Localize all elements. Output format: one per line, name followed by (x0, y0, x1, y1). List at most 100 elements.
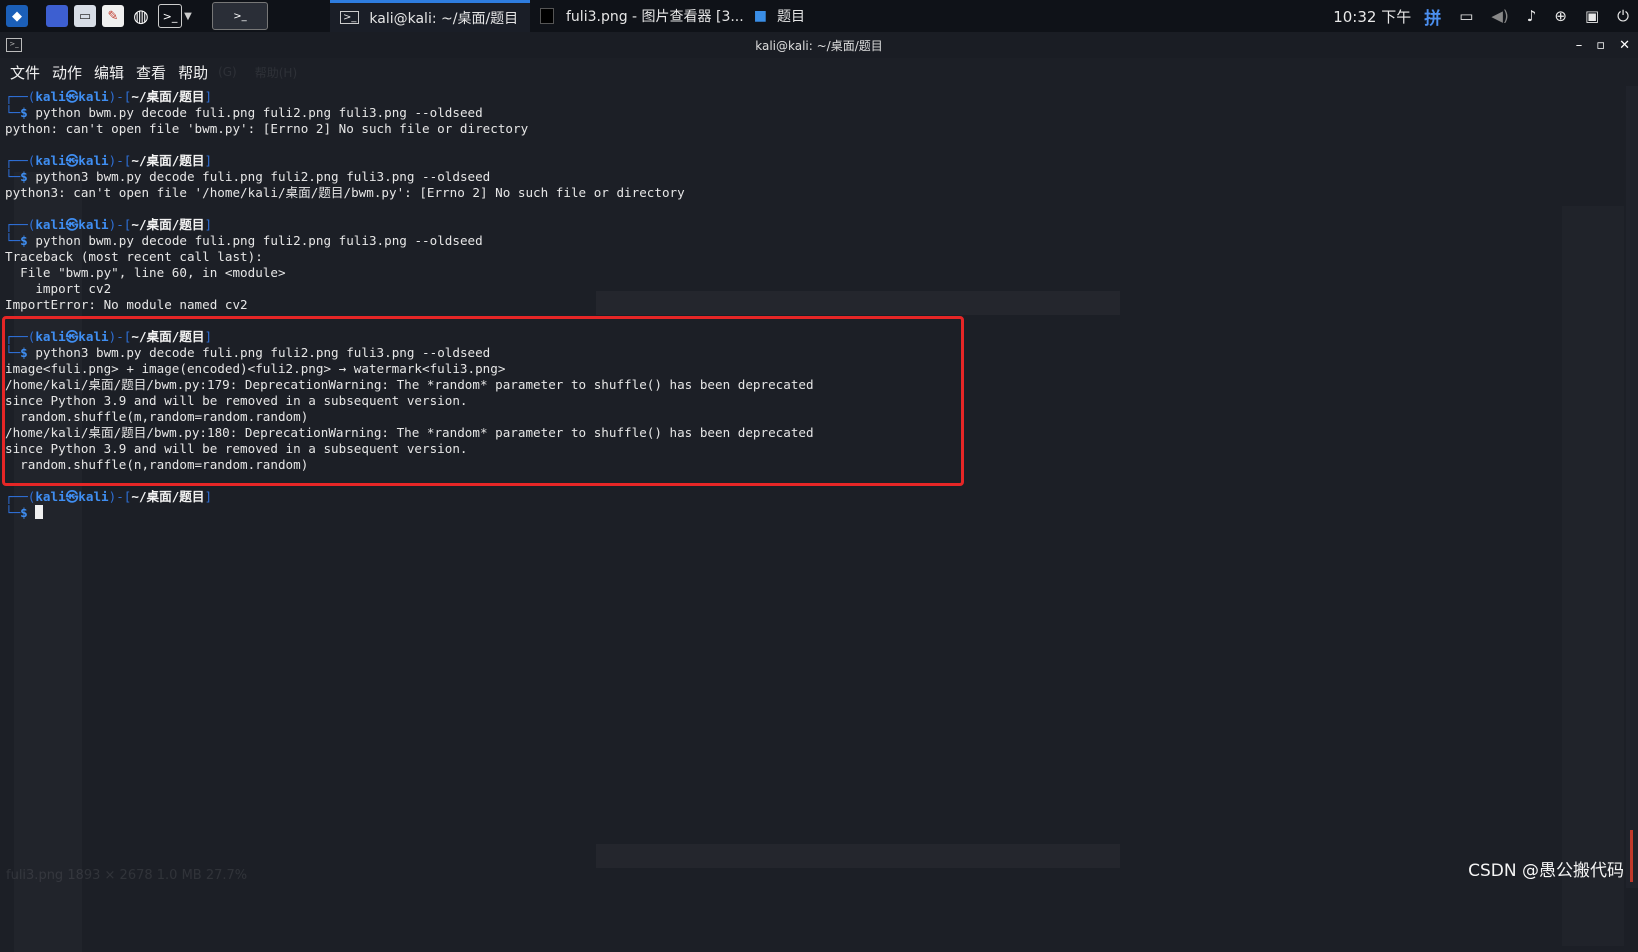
prompt-at: ㉿ (65, 489, 79, 504)
folder-icon: ■ (753, 8, 767, 24)
menu-help[interactable]: 帮助 (178, 62, 208, 83)
output-line: ImportError: No module named cv2 (5, 297, 248, 312)
file-manager-icon[interactable]: ▭ (74, 5, 96, 27)
output-line: import cv2 (5, 281, 112, 296)
input-method-indicator[interactable]: 拼 (1424, 4, 1441, 29)
image-viewer-icon (540, 8, 554, 24)
scrollbar-thumb[interactable] (1630, 830, 1633, 882)
clock[interactable]: 10:32 下午 (1333, 6, 1411, 27)
prompt-dollar: $ (20, 233, 36, 248)
command-text: python3 bwm.py decode fuli.png fuli2.png… (35, 169, 491, 184)
prompt-frame: )-[ (108, 217, 132, 232)
show-desktop-icon[interactable] (46, 5, 68, 27)
system-tray: 10:32 下午 拼 ▭ ◀) ♪ ⊕ ▣ ⏻ (1324, 0, 1638, 32)
prompt-at: ㉿ (65, 217, 79, 232)
display-icon[interactable]: ▭ (1459, 7, 1473, 25)
task-terminal-label: kali@kali: ~/桌面/题目 (369, 10, 519, 27)
prompt-frame: ┌──( (5, 153, 36, 168)
prompt-user: kali (35, 217, 66, 232)
window-title: kali@kali: ~/桌面/题目 (755, 38, 883, 53)
prompt-header: ┌──(kali㉿kali)-[~/桌面/题目] (5, 489, 814, 505)
network-icon[interactable]: ⊕ (1554, 7, 1567, 25)
terminal-icon: >_ (340, 11, 360, 24)
text-cursor (35, 505, 44, 519)
prompt-header: ┌──(kali㉿kali)-[~/桌面/题目] (5, 89, 814, 105)
prompt-at: ㉿ (65, 153, 79, 168)
prompt-frame: )-[ (108, 489, 132, 504)
prompt-command-line: └─$ python bwm.py decode fuli.png fuli2.… (5, 105, 814, 121)
prompt-host: kali (78, 489, 109, 504)
output-line: File "bwm.py", line 60, in <module> (5, 265, 286, 280)
web-browser-icon[interactable]: ◍ (130, 5, 152, 27)
prompt-frame: )-[ (108, 153, 132, 168)
prompt-frame: ] (204, 153, 213, 168)
minimize-button[interactable]: – (1576, 38, 1583, 53)
prompt-user: kali (35, 489, 66, 504)
prompt-frame: └─ (5, 105, 21, 120)
prompt-frame: )-[ (108, 89, 132, 104)
prompt-at: ㉿ (65, 89, 79, 104)
text-editor-icon[interactable]: ✎ (102, 5, 124, 27)
window-titlebar[interactable]: >_ kali@kali: ~/桌面/题目 – ▫ ✕ (0, 32, 1638, 58)
lock-icon[interactable]: ▣ (1585, 7, 1599, 25)
ghost-overlay (596, 844, 1120, 868)
menu-file[interactable]: 文件 (10, 62, 40, 83)
prompt-host: kali (78, 217, 109, 232)
prompt-frame: ] (204, 217, 213, 232)
output-line: python3: can't open file '/home/kali/桌面/… (5, 185, 685, 200)
prompt-frame: └─ (5, 233, 21, 248)
task-folder[interactable]: ■ 题目 (754, 0, 815, 32)
volume-icon[interactable]: ◀) (1491, 7, 1508, 25)
command-text: python bwm.py decode fuli.png fuli2.png … (35, 233, 483, 248)
prompt-command-line: └─$ python3 bwm.py decode fuli.png fuli2… (5, 169, 814, 185)
task-image-viewer[interactable]: fuli3.png - 图片查看器 [3... (530, 0, 754, 32)
power-icon[interactable]: ⏻ (1617, 7, 1629, 25)
task-folder-label: 题目 (776, 9, 805, 25)
prompt-user: kali (35, 89, 66, 104)
prompt-frame: ] (204, 89, 213, 104)
ghost-menu-extra2: 帮助(H) (254, 65, 298, 80)
prompt-path: ~/桌面/题目 (131, 217, 205, 232)
task-viewer-label: fuli3.png - 图片查看器 [3... (566, 9, 744, 25)
ghost-status-text: fuli3.png 1893 × 2678 1.0 MB 27.7% (6, 868, 248, 883)
task-terminal[interactable]: >_ kali@kali: ~/桌面/题目 (330, 0, 530, 32)
menu-bar: 文件 动作 编辑 查看 帮助 (G) 帮助(H) (0, 58, 1638, 86)
prompt-dollar: $ (20, 169, 36, 184)
highlight-box (2, 316, 964, 486)
output-line: python: can't open file 'bwm.py': [Errno… (5, 121, 529, 136)
prompt-frame: ┌──( (5, 489, 36, 504)
terminal-output[interactable]: ┌──(kali㉿kali)-[~/桌面/题目] └─$ python bwm.p… (0, 86, 1628, 888)
terminal-launcher-icon[interactable]: >_ (158, 4, 182, 28)
prompt-header: ┌──(kali㉿kali)-[~/桌面/题目] (5, 153, 814, 169)
menu-view[interactable]: 查看 (136, 62, 166, 83)
csdn-watermark: CSDN @愚公搬代码 (1468, 861, 1624, 881)
prompt-frame: ┌──( (5, 89, 36, 104)
prompt-command-line: └─$ python bwm.py decode fuli.png fuli2.… (5, 233, 814, 249)
menu-edit[interactable]: 编辑 (94, 62, 124, 83)
prompt-host: kali (78, 89, 109, 104)
workspace-1[interactable]: >_ (212, 2, 268, 30)
prompt-user: kali (35, 153, 66, 168)
prompt-frame: └─ (5, 505, 21, 520)
top-panel: ◆ ▭ ✎ ◍ >_ ▼ >_ >_ kali@kali: ~/桌面/题目 fu… (0, 0, 1638, 32)
notification-bell-icon[interactable]: ♪ (1527, 7, 1537, 25)
prompt-dollar: $ (20, 505, 36, 520)
prompt-frame: ] (204, 489, 213, 504)
command-text: python bwm.py decode fuli.png fuli2.png … (35, 105, 483, 120)
prompt-path: ~/桌面/题目 (131, 153, 205, 168)
scrollbar[interactable] (1626, 86, 1638, 888)
prompt-frame: ┌──( (5, 217, 36, 232)
kali-menu-icon[interactable]: ◆ (6, 5, 28, 27)
prompt-command-line: └─$ (5, 505, 814, 521)
maximize-button[interactable]: ▫ (1596, 38, 1605, 53)
close-button[interactable]: ✕ (1619, 38, 1630, 53)
menu-action[interactable]: 动作 (52, 62, 82, 83)
prompt-path: ~/桌面/题目 (131, 489, 205, 504)
output-line: Traceback (most recent call last): (5, 249, 263, 264)
chevron-down-icon[interactable]: ▼ (182, 5, 194, 27)
prompt-dollar: $ (20, 105, 36, 120)
ghost-menu-extra1: (G) (218, 65, 237, 79)
terminal-window-icon: >_ (6, 38, 22, 52)
prompt-header: ┌──(kali㉿kali)-[~/桌面/题目] (5, 217, 814, 233)
